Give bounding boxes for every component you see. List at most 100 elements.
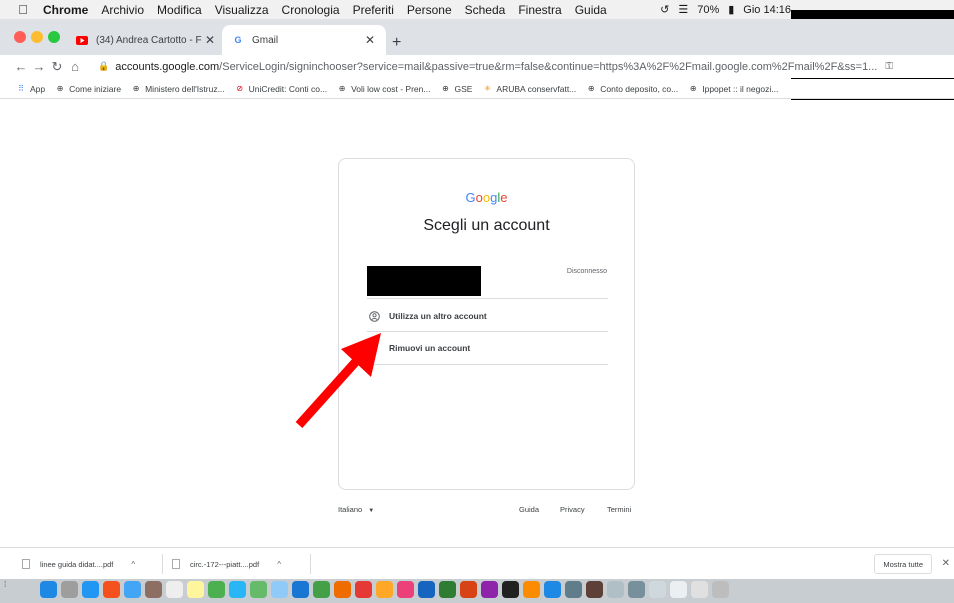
bookmark-unicredit[interactable]: ⊘ UniCredit: Conti co...	[235, 84, 327, 94]
mac-dock: ⁞	[0, 579, 954, 603]
battery-percent: 70%	[697, 3, 720, 16]
bookmark-voli[interactable]: ⊕ Voli low cost - Pren...	[337, 84, 431, 94]
use-other-account-button[interactable]: Utilizza un altro account	[367, 300, 608, 332]
menu-persone[interactable]: Persone	[407, 3, 452, 17]
globe-icon: ⊕	[338, 84, 346, 93]
apple-tv-icon[interactable]	[502, 581, 519, 598]
launchpad-icon[interactable]	[61, 581, 78, 598]
close-icon[interactable]: ✕	[942, 558, 950, 569]
maps-icon[interactable]	[208, 581, 225, 598]
notes-icon[interactable]	[187, 581, 204, 598]
facetime-icon[interactable]	[250, 581, 267, 598]
globe-icon: ⊕	[442, 84, 449, 93]
address-bar[interactable]: 🔒 accounts.google.com/ServiceLogin/signi…	[98, 61, 877, 73]
close-icon[interactable]: ✕	[362, 33, 378, 47]
divider	[367, 298, 608, 299]
help-link[interactable]: Guida	[519, 505, 539, 514]
pdf-file-icon	[172, 559, 180, 569]
trash-icon[interactable]	[712, 581, 729, 598]
photo-booth-icon[interactable]	[376, 581, 393, 598]
menu-app-name[interactable]: Chrome	[43, 3, 88, 17]
minimize-window-button[interactable]	[31, 31, 43, 43]
dock-app-icon[interactable]	[649, 581, 666, 598]
globe-icon: ⊕	[132, 84, 140, 93]
battery-icon[interactable]: ▮	[728, 3, 734, 16]
music-icon[interactable]	[397, 581, 414, 598]
close-icon[interactable]: ✕	[202, 33, 218, 47]
contacts-icon[interactable]	[145, 581, 162, 598]
finder-icon[interactable]	[40, 581, 57, 598]
menu-cronologia[interactable]: Cronologia	[282, 3, 340, 17]
bookmark-app[interactable]: ⠿ App	[16, 84, 45, 94]
back-icon[interactable]: ←	[12, 59, 30, 74]
dock-app-icon[interactable]	[628, 581, 645, 598]
key-icon[interactable]: ⚿	[885, 61, 893, 72]
keynote-icon[interactable]	[292, 581, 309, 598]
system-preferences-icon[interactable]	[565, 581, 582, 598]
bookmark-ippopet[interactable]: ⊕ Ippopet :: il negozi...	[688, 84, 778, 94]
terms-link[interactable]: Termini	[607, 505, 631, 514]
bookmark-aruba[interactable]: ✳ ARUBA conservfatt...	[482, 84, 576, 94]
powerpoint-icon[interactable]	[460, 581, 477, 598]
reload-icon[interactable]: ↻	[48, 59, 66, 75]
chrome-icon[interactable]	[103, 581, 120, 598]
documents-icon[interactable]	[691, 581, 708, 598]
bookmark-come-iniziare[interactable]: ⊕ Come iniziare	[55, 84, 121, 94]
redacted-account[interactable]	[367, 266, 481, 296]
privacy-link[interactable]: Privacy	[560, 505, 585, 514]
preview-icon[interactable]	[607, 581, 624, 598]
bookmark-conto-deposito[interactable]: ⊕ Conto deposito, co...	[586, 84, 678, 94]
remove-account-button[interactable]: Rimuovi un account	[367, 332, 608, 364]
clock[interactable]: Gio 14:16	[743, 4, 791, 16]
bookmarks-bar: ⠿ App ⊕ Come iniziare ⊕ Ministero dell'I…	[0, 79, 954, 99]
tab-gmail[interactable]: G Gmail ✕	[222, 25, 386, 55]
lock-icon[interactable]: 🔒	[98, 61, 109, 72]
menu-modifica[interactable]: Modifica	[157, 3, 202, 17]
apple-icon[interactable]: 	[15, 2, 31, 17]
menu-scheda[interactable]: Scheda	[465, 3, 506, 17]
pages-icon[interactable]	[334, 581, 351, 598]
menu-visualizza[interactable]: Visualizza	[215, 3, 269, 17]
podcasts-icon[interactable]	[481, 581, 498, 598]
close-window-button[interactable]	[14, 31, 26, 43]
bookmark-gse[interactable]: ⊕ GSE	[440, 84, 472, 94]
new-tab-button[interactable]: +	[392, 34, 401, 52]
time-machine-icon[interactable]: ↺	[660, 3, 669, 16]
tab-title: Gmail	[252, 34, 279, 46]
numbers-icon[interactable]	[313, 581, 330, 598]
url-text[interactable]: accounts.google.com/ServiceLogin/signinc…	[115, 61, 877, 73]
acrobat-icon[interactable]	[355, 581, 372, 598]
excel-icon[interactable]	[439, 581, 456, 598]
wifi-icon[interactable]: ☰	[678, 3, 688, 16]
app-store-icon[interactable]	[544, 581, 561, 598]
menu-archivio[interactable]: Archivio	[101, 3, 144, 17]
photos-icon[interactable]	[271, 581, 288, 598]
bookmark-ministero[interactable]: ⊕ Ministero dell'Istruz...	[131, 84, 225, 94]
chevron-up-icon[interactable]: ^	[131, 560, 135, 569]
calendar-icon[interactable]	[166, 581, 183, 598]
menu-finestra[interactable]: Finestra	[518, 3, 561, 17]
dock-app-icon[interactable]	[586, 581, 603, 598]
menu-guida[interactable]: Guida	[575, 3, 607, 17]
home-icon[interactable]: ⌂	[66, 59, 84, 74]
chevron-up-icon[interactable]: ^	[277, 560, 281, 569]
download-item[interactable]: circ.-172---piatt....pdf ^	[172, 555, 281, 573]
show-all-downloads-button[interactable]: Mostra tutte	[874, 554, 932, 574]
download-item[interactable]: linee guida didat....pdf ^	[22, 555, 135, 573]
mail-icon[interactable]	[124, 581, 141, 598]
divider	[310, 554, 311, 574]
menu-preferiti[interactable]: Preferiti	[353, 3, 394, 17]
browser-toolbar: ← → ↻ ⌂ 🔒 accounts.google.com/ServiceLog…	[0, 55, 954, 78]
zoom-window-button[interactable]	[48, 31, 60, 43]
tab-strip: (34) Andrea Cartotto - Fare lezio ✕ G Gm…	[0, 19, 954, 55]
downloads-folder-icon[interactable]	[670, 581, 687, 598]
forward-icon[interactable]: →	[30, 59, 48, 74]
google-icon: G	[234, 35, 242, 45]
messages-icon[interactable]	[229, 581, 246, 598]
tab-youtube[interactable]: (34) Andrea Cartotto - Fare lezio ✕	[66, 25, 226, 55]
language-selector[interactable]: Italiano ▼	[338, 505, 374, 514]
word-icon[interactable]	[418, 581, 435, 598]
page-title: Scegli un account	[423, 217, 550, 234]
books-icon[interactable]	[523, 581, 540, 598]
safari-icon[interactable]	[82, 581, 99, 598]
